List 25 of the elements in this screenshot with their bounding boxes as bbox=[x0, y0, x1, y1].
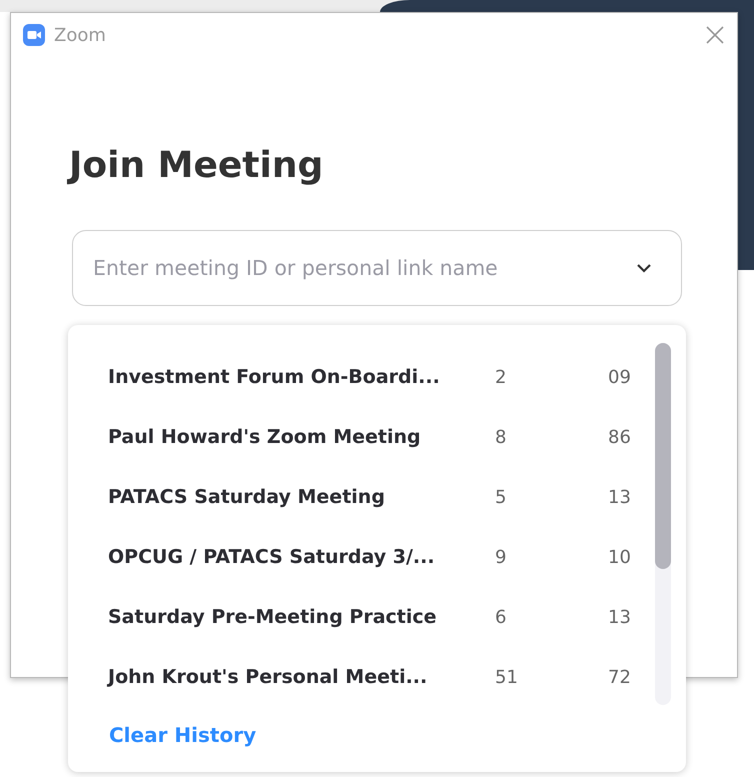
meeting-id-part: 10 bbox=[608, 546, 632, 568]
meeting-name[interactable]: Investment Forum On-Boardi... bbox=[108, 366, 495, 388]
meeting-id-part: 5 bbox=[495, 486, 508, 508]
meeting-name[interactable]: Paul Howard's Zoom Meeting bbox=[108, 426, 495, 448]
window-title: Zoom bbox=[54, 24, 106, 46]
meeting-id-part: 72 bbox=[608, 666, 632, 688]
scrollbar-thumb[interactable] bbox=[655, 343, 671, 569]
meeting-id-part: 09 bbox=[608, 366, 632, 388]
meeting-id-part: 13 bbox=[608, 606, 632, 628]
video-camera-icon bbox=[23, 24, 45, 46]
meeting-name[interactable]: OPCUG / PATACS Saturday 3/... bbox=[108, 546, 495, 568]
meeting-id-part: 8 bbox=[495, 426, 508, 448]
meeting-id-part: 86 bbox=[608, 426, 632, 448]
caret-icon[interactable] bbox=[636, 262, 652, 274]
close-button[interactable] bbox=[705, 25, 725, 45]
meeting-name[interactable]: John Krout's Personal Meeti... bbox=[108, 666, 495, 688]
meeting-id-part: 9 bbox=[495, 546, 508, 568]
meeting-id-part: 51 bbox=[495, 666, 519, 688]
meeting-id-part: 13 bbox=[608, 486, 632, 508]
meeting-id-field[interactable]: Enter meeting ID or personal link name bbox=[72, 230, 682, 306]
meeting-id-part: 2 bbox=[495, 366, 508, 388]
dialog-heading: Join Meeting bbox=[69, 145, 324, 186]
meeting-name[interactable]: Saturday Pre-Meeting Practice bbox=[108, 606, 495, 628]
meeting-name[interactable]: PATACS Saturday Meeting bbox=[108, 486, 495, 508]
meeting-id-part: 6 bbox=[495, 606, 508, 628]
